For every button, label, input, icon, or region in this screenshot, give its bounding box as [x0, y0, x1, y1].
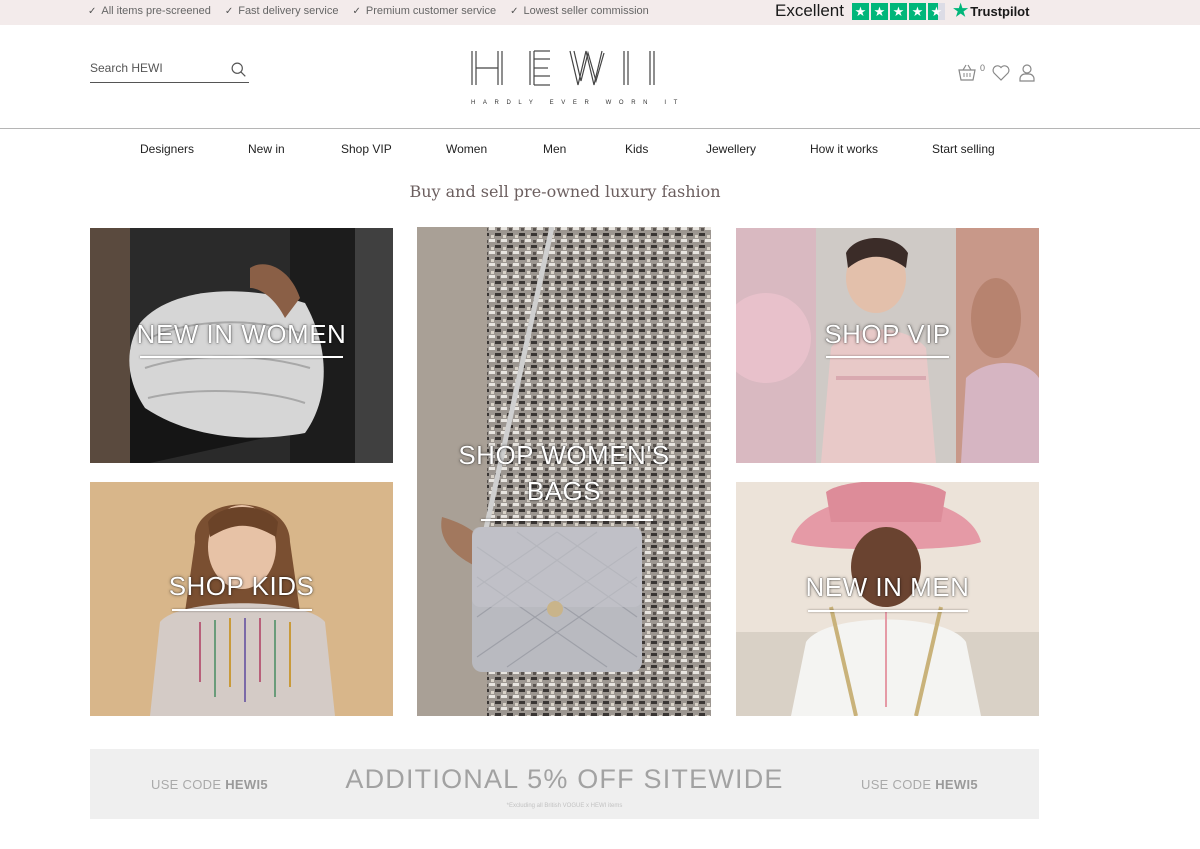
logo-tagline: HARDLY EVER WORN IT [471, 100, 685, 106]
check-icon: ✓ [352, 5, 361, 17]
tile-underline [808, 610, 968, 612]
usp-bar: ✓ All items pre-screened ✓ Fast delivery s… [0, 0, 1200, 25]
promo-banner[interactable]: USE CODE HEWI5 ADDITIONAL 5% OFF SITEWID… [90, 749, 1039, 819]
nav-item-shop-vip[interactable]: Shop VIP [341, 142, 392, 156]
star-icon: ★ [908, 2, 926, 20]
search-input[interactable] [90, 57, 220, 79]
tile-underline [826, 356, 949, 358]
heart-icon[interactable] [991, 63, 1011, 83]
site-header: HARDLY EVER WORN IT 0 [0, 25, 1200, 129]
check-icon: ✓ [224, 5, 234, 17]
tile-shop-womens-bags[interactable]: SHOP WOMEN'S BAGS [417, 227, 711, 716]
nav-item-new-in[interactable]: New in [248, 142, 285, 156]
check-icon: ✓ [88, 5, 97, 17]
tile-label: NEW IN WOMEN [136, 319, 347, 349]
tile-underline [481, 519, 653, 521]
tile-label: NEW IN MEN [805, 572, 970, 602]
usp-label: Lowest seller commission [523, 5, 649, 17]
nav-item-how-it-works[interactable]: How it works [810, 142, 878, 156]
tile-new-in-women[interactable]: NEW IN WOMEN [90, 228, 393, 463]
tile-label: SHOP VIP [824, 319, 951, 349]
star-icon: ★ [889, 2, 907, 20]
star-icon: ★ [870, 2, 888, 20]
usp-label: Fast delivery service [238, 5, 339, 17]
trustpilot-brand: Trustpilot [970, 3, 1030, 19]
usp-item: ✓ Lowest seller commission [510, 5, 649, 17]
nav-item-start-selling[interactable]: Start selling [932, 142, 995, 156]
tile-new-in-men[interactable]: NEW IN MEN [736, 482, 1039, 716]
header-actions: 0 [957, 63, 1037, 83]
promo-prefix: USE CODE [861, 777, 936, 792]
search-box[interactable] [90, 57, 249, 83]
check-icon: ✓ [510, 5, 519, 17]
promo-code: HEWI5 [935, 777, 978, 792]
tile-shop-kids[interactable]: SHOP KIDS [90, 482, 393, 716]
trustpilot-logo: ★ Trustpilot [953, 1, 1029, 21]
promo-code-right: USE CODE HEWI5 [861, 777, 978, 792]
usp-label: All items pre-screened [101, 5, 211, 17]
tile-underline [140, 356, 343, 358]
trust-stars: ★ ★ ★ ★ ★ [851, 2, 945, 20]
user-icon[interactable] [1017, 63, 1037, 83]
half-star-icon: ★ [927, 2, 945, 20]
page-tagline: Buy and sell pre-owned luxury fashion [409, 182, 721, 201]
main-nav: Designers New in Shop VIP Women Men Kids… [0, 142, 1200, 160]
nav-item-men[interactable]: Men [543, 142, 566, 156]
tile-shop-vip[interactable]: SHOP VIP [736, 228, 1039, 463]
tile-label: SHOP WOMEN'S [458, 440, 670, 470]
hewi-logo[interactable]: HARDLY EVER WORN IT [470, 49, 685, 111]
tile-label: SHOP KIDS [168, 571, 315, 601]
usp-item: ✓ Premium customer service [352, 5, 496, 17]
nav-item-kids[interactable]: Kids [625, 142, 648, 156]
trust-rating-label: Excellent [775, 1, 844, 20]
usp-item: ✓ Fast delivery service [225, 5, 339, 17]
trustpilot-widget[interactable]: Excellent ★ ★ ★ ★ ★ ★ Trustpilot [775, 1, 1029, 21]
nav-item-jewellery[interactable]: Jewellery [706, 142, 756, 156]
hewi-logo-mark [471, 50, 655, 86]
basket-count: 0 [980, 63, 986, 73]
promo-fineprint: *Excluding all British VOGUE x HEWI item… [506, 803, 623, 809]
tile-underline [172, 609, 312, 611]
tile-label: BAGS [526, 476, 602, 506]
usp-label: Premium customer service [365, 5, 497, 17]
usp-item: ✓ All items pre-screened [88, 5, 211, 17]
star-icon: ★ [851, 2, 869, 20]
nav-item-women[interactable]: Women [446, 142, 487, 156]
basket-icon[interactable] [957, 63, 977, 83]
trustpilot-star-icon: ★ [952, 1, 969, 20]
usp-list: ✓ All items pre-screened ✓ Fast delivery s… [88, 5, 649, 17]
search-icon[interactable] [230, 61, 247, 78]
nav-item-designers[interactable]: Designers [140, 142, 194, 156]
